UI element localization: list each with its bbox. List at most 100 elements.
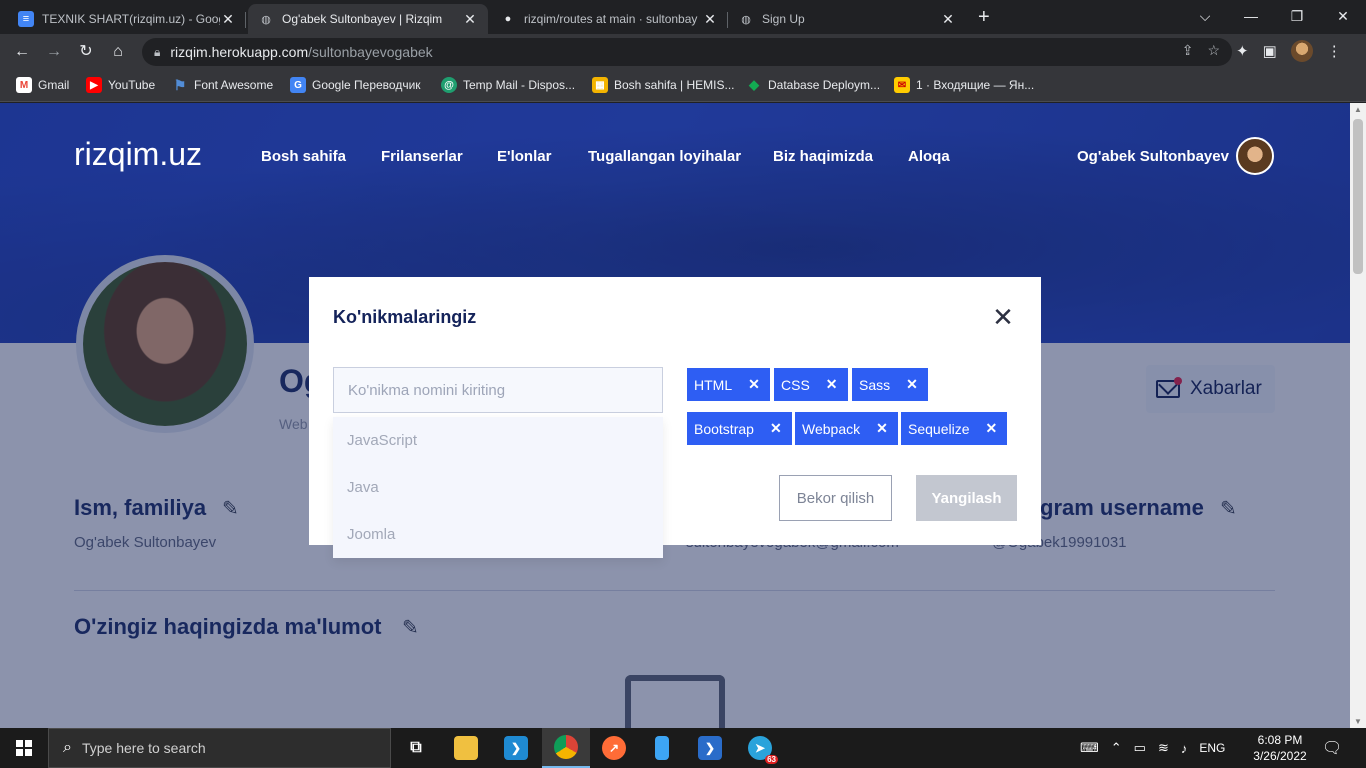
start-button[interactable] xyxy=(0,728,48,768)
browser-toolbar: ← → ↻ ⌂ 🔒︎ rizqim.herokuapp.com/sultonba… xyxy=(0,34,1366,70)
taskbar-search[interactable]: ⌕ Type here to search xyxy=(48,728,391,768)
lock-icon[interactable]: 🔒︎ xyxy=(154,45,160,60)
github-icon: ● xyxy=(504,13,512,25)
flag-icon: ⚑ xyxy=(173,76,187,93)
new-tab-button[interactable]: + xyxy=(978,6,990,29)
close-icon[interactable]: ✕ xyxy=(220,11,236,28)
mail-icon: ✉ xyxy=(894,77,910,93)
skill-chip: Bootstrap ✕ xyxy=(687,412,792,445)
task-view-button[interactable]: ⧉ xyxy=(392,728,440,768)
suggestion-item[interactable]: Joomla xyxy=(333,511,663,558)
taskbar-chrome[interactable] xyxy=(542,728,590,768)
bookmark-google-translate[interactable]: G Google Переводчик xyxy=(290,77,421,93)
share-icon[interactable]: ⇪ xyxy=(1182,42,1194,59)
chrome-icon xyxy=(554,735,578,759)
taskbar-postman[interactable]: ↗ xyxy=(590,728,638,768)
remove-icon[interactable]: ✕ xyxy=(826,376,838,393)
browser-tab-bar: ≡ TEXNIK SHART(rizqim.uz) - Goog ✕ ◍ Og'… xyxy=(0,0,1366,34)
bookmark-temp-mail[interactable]: @ Temp Mail - Dispos... xyxy=(441,77,575,93)
language-indicator[interactable]: ENG xyxy=(1199,741,1225,755)
scroll-down-icon[interactable]: ▼ xyxy=(1353,717,1363,726)
bookmark-hemis[interactable]: ▦ Bosh sahifa | HEMIS... xyxy=(592,77,735,93)
mongodb-leaf-icon: ◆ xyxy=(749,77,759,92)
close-icon[interactable]: ✕ xyxy=(462,11,478,28)
scroll-thumb[interactable] xyxy=(1353,119,1363,274)
tab-texnik-shart[interactable]: ≡ TEXNIK SHART(rizqim.uz) - Goog ✕ xyxy=(8,4,246,34)
bookmark-gmail[interactable]: M Gmail xyxy=(16,77,69,93)
home-icon[interactable]: ⌂ xyxy=(106,40,130,64)
bookmarks-bar: M Gmail ▶ YouTube ⚑ Font Awesome G Google Пе… xyxy=(0,70,1366,102)
extensions-icon[interactable]: ✦ xyxy=(1236,42,1249,60)
taskbar-telegram[interactable]: ➤ 63 xyxy=(736,728,784,768)
translate-icon: G xyxy=(290,77,306,93)
remove-icon[interactable]: ✕ xyxy=(986,420,998,437)
remove-icon[interactable]: ✕ xyxy=(748,376,760,393)
profile-avatar[interactable] xyxy=(1290,40,1313,62)
nav-aloqa[interactable]: Aloqa xyxy=(908,148,950,165)
header-avatar[interactable] xyxy=(1236,137,1274,175)
tab-search-button[interactable]: ⌵ xyxy=(1182,0,1228,34)
url-host: rizqim.herokuapp.com xyxy=(170,44,309,60)
tab-rizqim-profile[interactable]: ◍ Og'abek Sultonbayev | Rizqim ✕ xyxy=(248,4,488,34)
chevron-up-icon[interactable]: ⌃ xyxy=(1111,740,1122,756)
keyboard-icon[interactable]: ⌨ xyxy=(1080,740,1099,756)
back-icon[interactable]: ← xyxy=(10,40,34,64)
taskbar-vscode[interactable]: ❯ xyxy=(492,728,540,768)
suggestion-item[interactable]: JavaScript xyxy=(333,417,663,464)
powershell-icon: ❯ xyxy=(698,736,722,760)
site-logo[interactable]: rizqim.uz xyxy=(74,136,202,173)
page-scrollbar[interactable]: ▲ ▼ xyxy=(1350,103,1366,728)
address-bar[interactable]: 🔒︎ rizqim.herokuapp.com/sultonbayevogabe… xyxy=(142,38,1232,66)
notification-icon[interactable]: 🗨︎ xyxy=(1322,738,1342,758)
close-icon[interactable]: ✕ xyxy=(702,11,718,28)
skill-chip: CSS ✕ xyxy=(774,368,848,401)
nav-biz-haqimizda[interactable]: Biz haqimizda xyxy=(773,148,873,165)
volume-icon[interactable]: ♪ xyxy=(1181,741,1188,756)
tab-sign-up[interactable]: ◍ Sign Up ✕ xyxy=(728,4,966,34)
bookmark-youtube[interactable]: ▶ YouTube xyxy=(86,77,155,93)
menu-icon[interactable]: ⋮ xyxy=(1327,42,1342,60)
nav-tugallangan-loyihalar[interactable]: Tugallangan loyihalar xyxy=(588,148,741,165)
maximize-button[interactable]: ❐ xyxy=(1274,0,1320,34)
forward-icon[interactable]: → xyxy=(42,40,66,64)
windows-taskbar: ⌕ Type here to search ⧉ ❯ ↗ ❯ ➤ 63 ⌨ ⌃ ▭ … xyxy=(0,728,1366,768)
skill-chip: Sass ✕ xyxy=(852,368,928,401)
update-button[interactable]: Yangilash xyxy=(916,475,1017,521)
tab-github-routes[interactable]: ● rizqim/routes at main · sultonbay ✕ xyxy=(490,4,728,34)
wifi-icon[interactable]: ≋ xyxy=(1158,740,1169,756)
reload-icon[interactable]: ↻ xyxy=(74,40,98,64)
battery-icon[interactable]: ▭ xyxy=(1134,740,1146,756)
nav-frilanserlar[interactable]: Frilanserlar xyxy=(381,148,463,165)
remove-icon[interactable]: ✕ xyxy=(770,420,782,437)
close-icon[interactable]: ✕ xyxy=(989,303,1017,331)
skill-search-input[interactable] xyxy=(333,367,663,413)
close-window-button[interactable]: ✕ xyxy=(1320,0,1366,34)
bookmark-yandex-mail[interactable]: ✉ 1 · Входящие — Ян... xyxy=(894,77,1034,93)
minimize-button[interactable]: — xyxy=(1228,0,1274,34)
remove-icon[interactable]: ✕ xyxy=(906,376,918,393)
scroll-up-icon[interactable]: ▲ xyxy=(1353,105,1363,114)
header-user-name[interactable]: Og'abek Sultonbayev xyxy=(1077,148,1229,165)
window-controls: ⌵ — ❐ ✕ xyxy=(1182,0,1366,34)
cancel-button[interactable]: Bekor qilish xyxy=(779,475,892,521)
tab-title: rizqim/routes at main · sultonbay xyxy=(524,12,698,26)
vscode-icon: ❯ xyxy=(504,736,528,760)
clock[interactable]: 6:08 PM 3/26/2022 xyxy=(1250,732,1310,764)
suggestion-item[interactable]: Java xyxy=(333,464,663,511)
skill-chip: HTML ✕ xyxy=(687,368,770,401)
close-icon[interactable]: ✕ xyxy=(940,11,956,28)
side-panel-icon[interactable]: ▣ xyxy=(1263,42,1277,60)
youtube-icon: ▶ xyxy=(86,77,102,93)
bookmark-star-icon[interactable]: ☆ xyxy=(1207,42,1220,59)
nav-elonlar[interactable]: E'lonlar xyxy=(497,148,551,165)
taskbar-powershell[interactable]: ❯ xyxy=(686,728,734,768)
bookmark-font-awesome[interactable]: ⚑ Font Awesome xyxy=(172,77,273,93)
nav-bosh-sahifa[interactable]: Bosh sahifa xyxy=(261,148,346,165)
folder-icon xyxy=(454,736,478,760)
taskbar-file-explorer[interactable] xyxy=(442,728,490,768)
tab-title: Og'abek Sultonbayev | Rizqim xyxy=(282,12,443,26)
remove-icon[interactable]: ✕ xyxy=(876,420,888,437)
url-path: /sultonbayevogabek xyxy=(308,44,433,60)
taskbar-phone-app[interactable] xyxy=(638,728,686,768)
bookmark-database[interactable]: ◆ Database Deploym... xyxy=(746,77,880,93)
